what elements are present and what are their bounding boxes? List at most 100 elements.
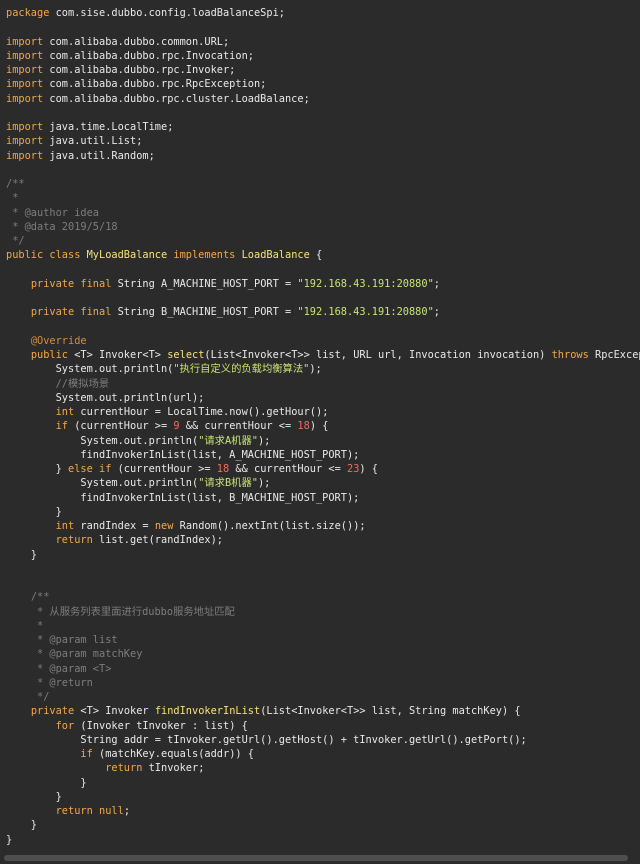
- code-token: );: [257, 477, 271, 490]
- code-token: import: [6, 149, 44, 162]
- code-token: * @param matchKey: [30, 648, 143, 661]
- code-token: 23: [347, 463, 360, 475]
- code-token: int: [55, 520, 75, 532]
- code-line: if (currentHour >= 9 && currentHour <= 1…: [6, 419, 640, 433]
- code-line: }: [6, 790, 640, 804]
- code-token: import: [6, 64, 44, 76]
- code-token: String B_MACHINE_HOST_PORT =: [111, 306, 298, 319]
- code-line: }: [6, 776, 640, 790]
- code-token: );: [257, 434, 271, 447]
- code-token: if: [80, 748, 93, 760]
- code-token: */: [6, 235, 25, 247]
- code-token: (currentHour >=: [68, 420, 174, 433]
- code-token: String addr = tInvoker.getUrl().getHost(…: [6, 733, 527, 746]
- code-line: private final String A_MACHINE_HOST_PORT…: [6, 277, 640, 291]
- code-editor[interactable]: package com.sise.dubbo.config.loadBalanc…: [0, 0, 640, 852]
- code-token: com.alibaba.dubbo.rpc.Invoker;: [43, 64, 236, 76]
- code-line: /**: [6, 590, 640, 604]
- code-token: com.sise.dubbo.config.loadBalanceSpi;: [49, 7, 285, 19]
- code-line: @Override: [6, 334, 640, 348]
- code-line: import com.alibaba.dubbo.rpc.RpcExceptio…: [6, 77, 640, 91]
- code-line: private <T> Invoker findInvokerInList(Li…: [6, 704, 640, 718]
- code-token: randIndex =: [74, 520, 155, 532]
- code-token: com.alibaba.dubbo.common.URL;: [43, 35, 230, 48]
- code-token: //模拟场景: [55, 377, 110, 390]
- code-token: public: [30, 349, 69, 361]
- code-token: import: [6, 49, 44, 62]
- code-token: * @param <T>: [30, 662, 112, 675]
- code-token: return: [105, 762, 143, 775]
- code-line: * @param matchKey: [6, 647, 640, 661]
- code-line: * @author idea: [6, 206, 640, 220]
- code-line: * @return: [6, 676, 640, 690]
- code-token: (currentHour >=: [111, 463, 217, 475]
- code-area[interactable]: package com.sise.dubbo.config.loadBalanc…: [6, 6, 640, 847]
- code-token: return null: [55, 805, 124, 817]
- code-token: }: [6, 463, 68, 475]
- code-token: currentHour = LocalTime.now().getHour();: [74, 406, 329, 418]
- code-token: java.time.LocalTime;: [43, 121, 174, 133]
- code-token: "192.168.43.191:20880": [297, 277, 434, 290]
- code-token: System.out.println(: [6, 434, 199, 447]
- code-line: * @data 2019/5/18: [6, 220, 640, 234]
- code-token: import: [6, 135, 44, 148]
- code-token: && currentHour <=: [229, 463, 347, 475]
- code-token: if: [55, 420, 69, 433]
- code-token: (List<Invoker<T>> list, String matchKey)…: [260, 705, 521, 718]
- code-token: (Invoker tInvoker : list) {: [74, 719, 248, 732]
- code-token: int: [55, 406, 75, 418]
- code-line: import com.alibaba.dubbo.rpc.Invoker;: [6, 63, 640, 77]
- code-token: String A_MACHINE_HOST_PORT =: [111, 277, 298, 290]
- code-token: *: [30, 619, 44, 632]
- code-token: * 从服务列表里面进行dubbo服务地址匹配: [30, 605, 235, 618]
- code-token: package: [6, 7, 50, 19]
- code-token: import: [6, 92, 44, 105]
- code-token: /**: [6, 178, 25, 190]
- code-token: }: [6, 505, 62, 518]
- code-line: import com.alibaba.dubbo.rpc.Invocation;: [6, 49, 640, 63]
- scrollbar-thumb[interactable]: [4, 855, 628, 861]
- code-token: ;: [433, 277, 440, 290]
- code-token: System.out.println(: [6, 477, 199, 490]
- code-line: *: [6, 191, 640, 205]
- code-token: "192.168.43.191:20880": [297, 306, 434, 319]
- code-line: }: [6, 548, 640, 562]
- code-line: import java.util.List;: [6, 134, 640, 148]
- horizontal-scrollbar[interactable]: [0, 852, 640, 864]
- code-token: * @author idea: [6, 206, 99, 219]
- code-token: import: [6, 78, 44, 91]
- code-token: ) {: [309, 420, 329, 433]
- code-token: );: [309, 363, 322, 376]
- code-token: java.util.List;: [43, 135, 143, 148]
- code-line: import com.alibaba.dubbo.common.URL;: [6, 35, 640, 49]
- code-token: * @return: [30, 676, 93, 689]
- code-token: private final: [30, 277, 112, 290]
- code-line: if (matchKey.equals(addr)) {: [6, 747, 640, 761]
- code-token: */: [30, 691, 50, 703]
- code-token: (matchKey.equals(addr)) {: [92, 748, 254, 760]
- code-token: MyLoadBalance: [86, 249, 168, 262]
- code-token: public class: [6, 249, 87, 262]
- code-line: package com.sise.dubbo.config.loadBalanc…: [6, 6, 640, 20]
- code-line: return list.get(randIndex);: [6, 533, 640, 547]
- code-token: findInvokerInList(list, B_MACHINE_HOST_P…: [6, 491, 360, 504]
- code-line: * @param <T>: [6, 662, 640, 676]
- code-token: findInvokerInList: [154, 705, 261, 718]
- code-token: && currentHour <=: [179, 420, 298, 433]
- code-token: implements: [167, 249, 242, 262]
- code-token: <T> Invoker<T>: [68, 349, 168, 361]
- code-token: ;: [433, 306, 440, 319]
- code-token: return: [55, 534, 93, 547]
